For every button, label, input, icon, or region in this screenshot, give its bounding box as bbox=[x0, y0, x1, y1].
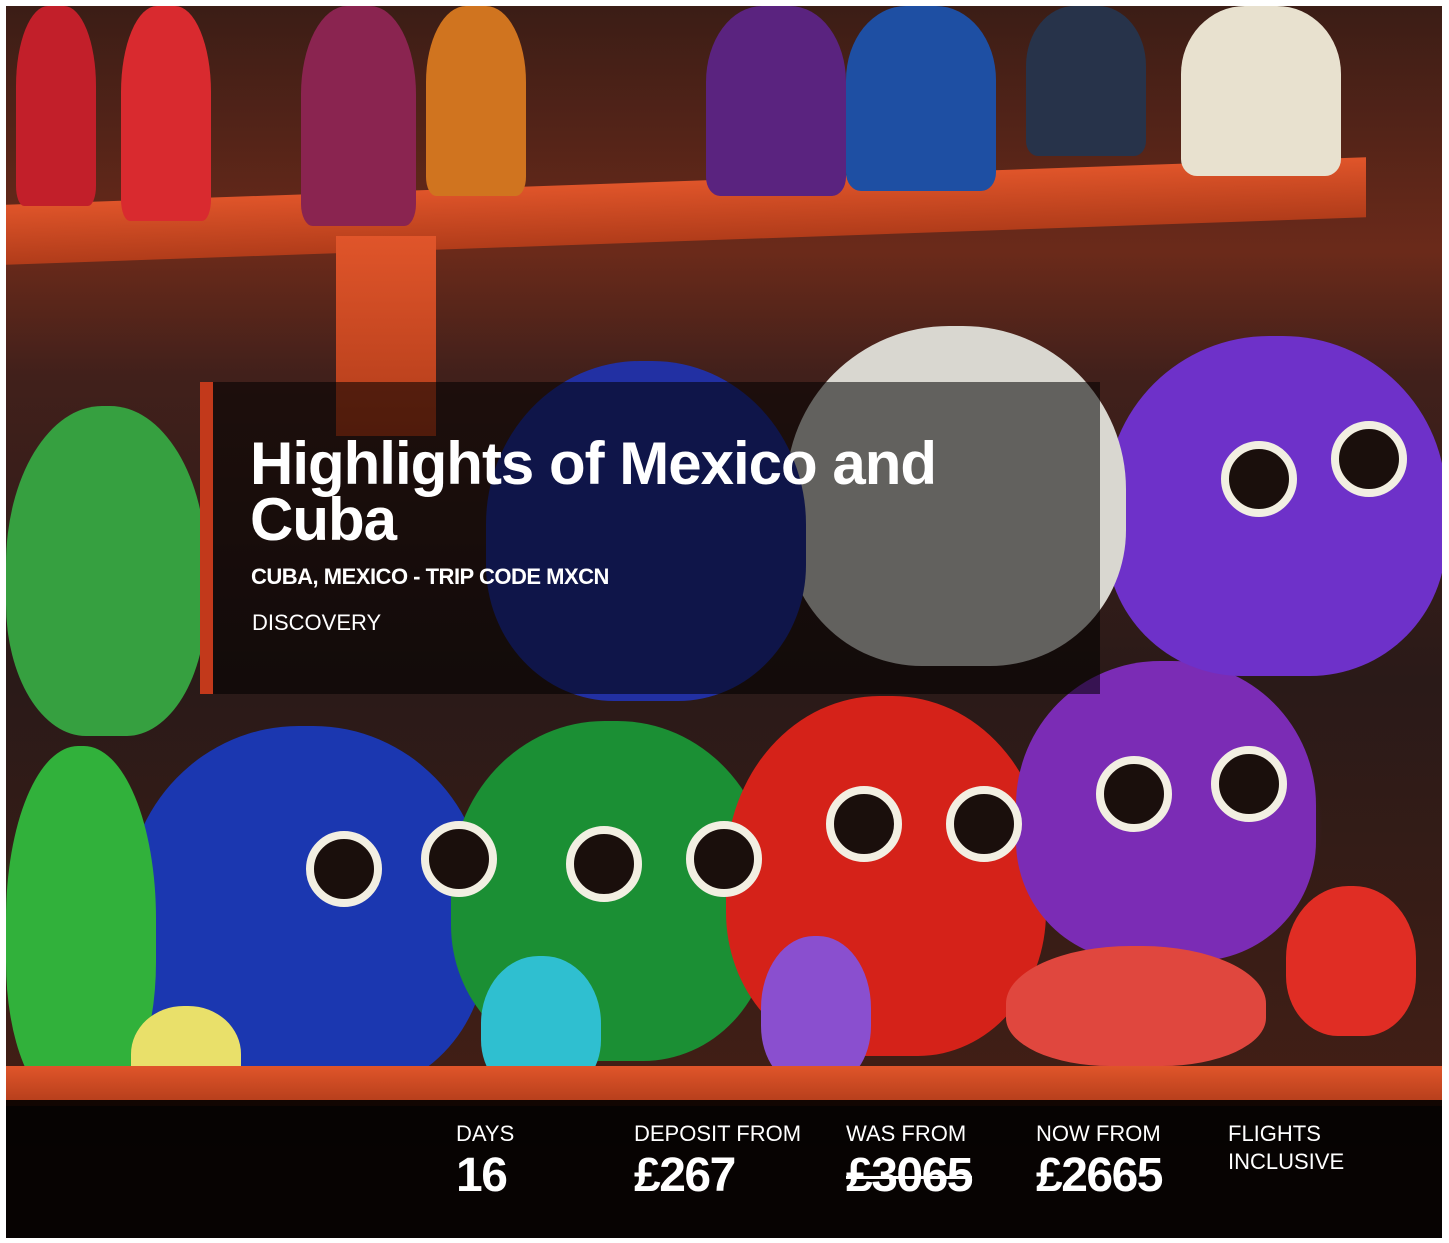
skull-eye bbox=[1331, 421, 1407, 497]
trip-subtitle: CUBA, MEXICO - TRIP CODE MXCN bbox=[251, 564, 609, 589]
skull-eye bbox=[566, 826, 642, 902]
figurine bbox=[301, 6, 416, 226]
skull bbox=[761, 936, 871, 1086]
skull-eye bbox=[1211, 746, 1287, 822]
stat-label: DEPOSIT FROM bbox=[634, 1121, 802, 1146]
skull-eye bbox=[1221, 441, 1297, 517]
skull-eye bbox=[306, 831, 382, 907]
skull-eye bbox=[421, 821, 497, 897]
accent-bar bbox=[200, 382, 213, 694]
stat-label: NOW FROM bbox=[1036, 1121, 1161, 1146]
stat-days: DAYS 16 bbox=[456, 1120, 514, 1202]
stat-label: DAYS bbox=[456, 1121, 515, 1146]
skull bbox=[6, 406, 206, 736]
skull bbox=[1006, 946, 1266, 1066]
stat-label: FLIGHTS bbox=[1228, 1121, 1321, 1146]
skull-eye bbox=[1096, 756, 1172, 832]
stat-deposit: DEPOSIT FROM £267 bbox=[634, 1120, 801, 1202]
trip-style: DISCOVERY bbox=[252, 610, 382, 635]
figurine bbox=[1026, 6, 1146, 156]
stat-label: WAS FROM bbox=[846, 1121, 967, 1146]
figurine bbox=[16, 6, 96, 206]
stat-now-price: NOW FROM £2665 bbox=[1036, 1120, 1163, 1202]
figurine bbox=[846, 6, 996, 191]
trip-title: Highlights of Mexico and Cuba bbox=[250, 430, 937, 553]
stat-value: £267 bbox=[634, 1149, 736, 1202]
figurine bbox=[1181, 6, 1341, 176]
skull-eye bbox=[686, 821, 762, 897]
figurine bbox=[121, 6, 211, 221]
skull bbox=[1286, 886, 1416, 1036]
stat-label: INCLUSIVE bbox=[1228, 1149, 1345, 1174]
stat-value: 16 bbox=[456, 1149, 508, 1202]
skull-eye bbox=[826, 786, 902, 862]
skull-eye bbox=[946, 786, 1022, 862]
stat-was-price: WAS FROM £3065 bbox=[846, 1120, 973, 1202]
stat-value: £3065 bbox=[846, 1149, 973, 1202]
figurine bbox=[706, 6, 846, 196]
stat-value: £2665 bbox=[1036, 1149, 1163, 1202]
figurine bbox=[426, 6, 526, 196]
stat-flights-inclusive: FLIGHTS INCLUSIVE bbox=[1228, 1120, 1344, 1176]
